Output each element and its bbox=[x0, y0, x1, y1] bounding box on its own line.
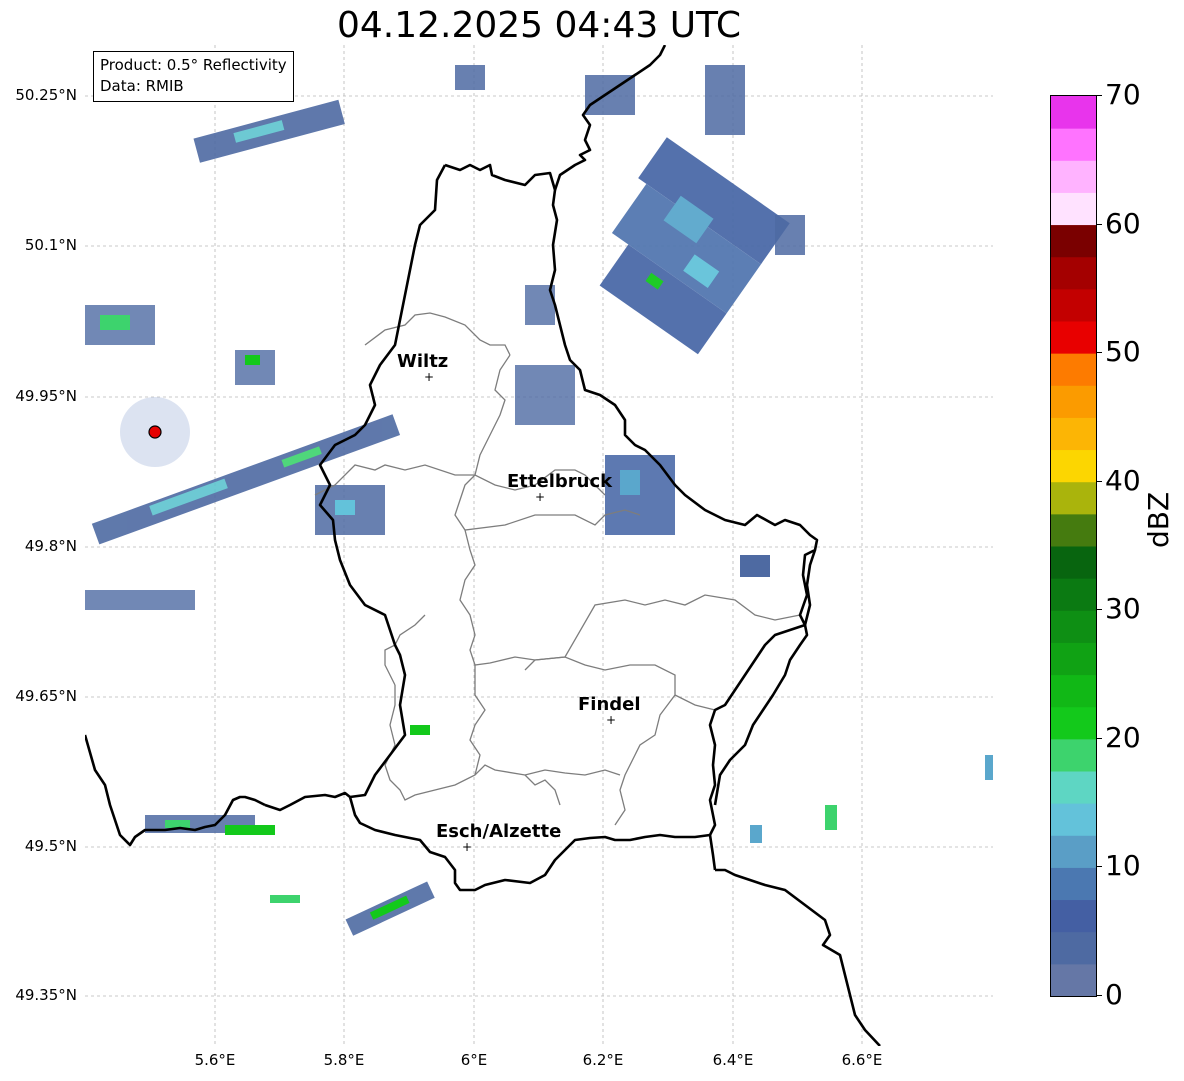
city-label: Esch/Alzette bbox=[436, 821, 562, 842]
colorbar-tick bbox=[1096, 866, 1102, 867]
colorbar-tick-label: 0 bbox=[1105, 978, 1123, 1011]
colorbar-swatch bbox=[1051, 513, 1096, 547]
colorbar-tick-label: 40 bbox=[1105, 464, 1141, 497]
radar-site-marker[interactable] bbox=[148, 425, 162, 439]
colorbar-swatch bbox=[1051, 738, 1096, 772]
colorbar-swatch bbox=[1051, 610, 1096, 643]
city-marker-icon: + bbox=[462, 840, 473, 854]
city-marker-icon: + bbox=[606, 713, 617, 727]
colorbar-swatch bbox=[1051, 578, 1096, 611]
colorbar-tick bbox=[1096, 609, 1102, 610]
colorbar-swatch bbox=[1051, 963, 1096, 996]
colorbar-swatch bbox=[1051, 417, 1096, 451]
x-tick-label: 6°E bbox=[460, 1051, 488, 1069]
y-tick-label: 50.25°N bbox=[15, 86, 77, 104]
colorbar-swatch bbox=[1051, 706, 1096, 740]
y-tick-label: 49.65°N bbox=[15, 687, 77, 705]
colorbar-swatch bbox=[1051, 128, 1096, 161]
colorbar-tick-label: 70 bbox=[1105, 78, 1141, 111]
colorbar-swatch bbox=[1051, 771, 1096, 804]
colorbar-tick-label: 60 bbox=[1105, 207, 1141, 240]
colorbar-swatch bbox=[1051, 803, 1096, 836]
colorbar-swatches bbox=[1051, 96, 1096, 996]
colorbar-tick bbox=[1096, 995, 1102, 996]
colorbar-swatch bbox=[1051, 546, 1096, 579]
colorbar bbox=[1050, 95, 1097, 997]
colorbar-swatch bbox=[1051, 160, 1096, 193]
colorbar-tick bbox=[1096, 224, 1102, 225]
y-tick-label: 50.1°N bbox=[24, 236, 77, 254]
city-label: Ettelbruck bbox=[507, 471, 613, 492]
colorbar-swatch bbox=[1051, 96, 1096, 129]
colorbar-tick bbox=[1096, 738, 1102, 739]
colorbar-swatch bbox=[1051, 256, 1096, 290]
colorbar-swatch bbox=[1051, 642, 1096, 676]
colorbar-tick bbox=[1096, 352, 1102, 353]
product-text: Product: 0.5° Reflectivity bbox=[100, 56, 287, 74]
colorbar-unit-label: dBZ bbox=[1142, 491, 1175, 548]
map-canvas bbox=[85, 45, 993, 1046]
colorbar-swatch bbox=[1051, 867, 1096, 901]
colorbar-tick-label: 20 bbox=[1105, 721, 1141, 754]
colorbar-tick bbox=[1096, 481, 1102, 482]
colorbar-tick bbox=[1096, 95, 1102, 96]
x-tick-label: 5.8°E bbox=[323, 1051, 365, 1069]
colorbar-swatch bbox=[1051, 321, 1096, 354]
colorbar-swatch bbox=[1051, 931, 1096, 965]
city-marker-icon: + bbox=[535, 490, 546, 504]
y-tick-label: 49.35°N bbox=[15, 986, 77, 1004]
x-tick-label: 6.6°E bbox=[841, 1051, 883, 1069]
colorbar-swatch bbox=[1051, 385, 1096, 418]
colorbar-swatch bbox=[1051, 192, 1096, 226]
colorbar-tick-label: 30 bbox=[1105, 592, 1141, 625]
product-info-box: Product: 0.5° Reflectivity Data: RMIB bbox=[93, 51, 294, 102]
x-tick-label: 5.6°E bbox=[194, 1051, 236, 1069]
colorbar-swatch bbox=[1051, 835, 1096, 868]
map-title: 04.12.2025 04:43 UTC bbox=[336, 5, 742, 46]
colorbar-swatch bbox=[1051, 224, 1096, 258]
radar-map[interactable] bbox=[85, 45, 993, 1046]
data-source-text: Data: RMIB bbox=[100, 77, 184, 95]
colorbar-swatch bbox=[1051, 899, 1096, 933]
colorbar-swatch bbox=[1051, 449, 1096, 483]
colorbar-swatch bbox=[1051, 353, 1096, 386]
colorbar-swatch bbox=[1051, 481, 1096, 515]
city-marker-icon: + bbox=[424, 370, 435, 384]
city-label: Wiltz bbox=[397, 351, 449, 372]
colorbar-tick-label: 10 bbox=[1105, 849, 1141, 882]
colorbar-swatch bbox=[1051, 674, 1096, 708]
y-tick-label: 49.5°N bbox=[24, 837, 77, 855]
colorbar-tick-label: 50 bbox=[1105, 335, 1141, 368]
city-label: Findel bbox=[578, 694, 641, 715]
x-tick-label: 6.4°E bbox=[712, 1051, 754, 1069]
x-tick-label: 6.2°E bbox=[582, 1051, 624, 1069]
y-tick-label: 49.8°N bbox=[24, 537, 77, 555]
y-tick-label: 49.95°N bbox=[15, 387, 77, 405]
colorbar-swatch bbox=[1051, 288, 1096, 322]
